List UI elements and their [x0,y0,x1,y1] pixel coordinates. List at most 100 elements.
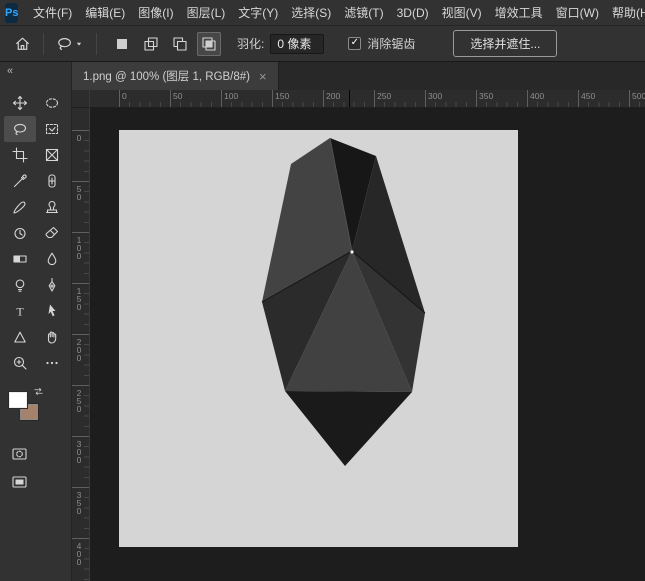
object-select-icon [44,121,60,137]
ruler-origin-corner[interactable] [72,90,90,108]
crop-tool[interactable] [4,142,36,168]
blur-icon [44,251,60,267]
new-selection-button[interactable] [110,32,134,56]
brush-tool[interactable] [4,194,36,220]
gradient-icon [12,251,28,267]
menu-3d[interactable]: 3D(D) [390,0,435,26]
menu-view[interactable]: 视图(V) [435,0,488,26]
hruler-label-350: 350 [479,91,493,101]
vruler-label-300: 300 [74,439,84,463]
zoom-tool[interactable] [4,350,36,376]
divider [96,33,97,55]
hruler-label-200: 200 [326,91,340,101]
tools-grid: T [0,90,71,376]
stamp-icon [44,199,60,215]
menu-layer[interactable]: 图层(L) [180,0,232,26]
feather-input[interactable] [270,34,324,54]
hruler-label-300: 300 [428,91,442,101]
collapse-tools-button[interactable]: « [0,62,71,79]
swap-colors-button[interactable] [33,386,45,398]
vertical-ruler[interactable]: 050100150200250300350400 [72,108,90,581]
foreground-color-swatch[interactable] [9,392,27,408]
ellipse-marquee-icon [44,95,60,111]
frame-tool[interactable] [36,142,68,168]
canvas-pasteboard[interactable] [90,108,645,581]
text-icon: T [12,303,28,319]
pen-tool[interactable] [36,272,68,298]
add-to-selection-button[interactable] [139,32,163,56]
intersect-selection-button[interactable] [197,32,221,56]
hruler-label-400: 400 [530,91,544,101]
vruler-label-200: 200 [74,337,84,361]
menu-bar: Ps 文件(F)编辑(E)图像(I)图层(L)文字(Y)选择(S)滤镜(T)3D… [0,0,645,26]
object-selection-tool[interactable] [36,116,68,142]
crystal-image [119,130,518,547]
ellipsis-icon [44,355,60,371]
hruler-label-250: 250 [377,91,391,101]
select-and-mask-button[interactable]: 选择并遮住... [453,30,557,57]
move-tool[interactable] [4,90,36,116]
caret-down-icon [74,39,84,49]
vruler-label-250: 250 [74,388,84,412]
options-bar: 羽化: ✓ 消除锯齿 选择并遮住... [0,26,645,62]
blur-tool[interactable] [36,246,68,272]
menu-select[interactable]: 选择(S) [285,0,338,26]
home-button[interactable] [10,32,34,56]
menu-filter[interactable]: 滤镜(T) [338,0,390,26]
type-tool[interactable]: T [4,298,36,324]
clone-stamp-tool[interactable] [36,194,68,220]
close-tab-button[interactable]: × [259,69,267,84]
menu-file[interactable]: 文件(F) [26,0,78,26]
vruler-label-400: 400 [74,541,84,565]
svg-text:T: T [16,305,24,319]
quick-mask-button[interactable] [10,446,71,462]
hand-icon [44,329,60,345]
swap-colors-icon [33,386,44,397]
shape-tool[interactable] [4,324,36,350]
menu-plugins[interactable]: 增效工具 [488,0,549,26]
hand-tool[interactable] [36,324,68,350]
lasso-tool[interactable] [4,116,36,142]
crop-icon [12,147,28,163]
antialias-checkbox[interactable]: ✓ [348,37,361,50]
home-icon [14,35,31,52]
document-tab[interactable]: 1.png @ 100% (图层 1, RGB/8#) × [72,62,279,90]
vruler-label-150: 150 [74,286,84,310]
new-selection-icon [114,36,130,52]
menu-items: 文件(F)编辑(E)图像(I)图层(L)文字(Y)选择(S)滤镜(T)3D(D)… [26,0,645,26]
ellipse-marquee-tool[interactable] [36,90,68,116]
eraser-tool[interactable] [36,220,68,246]
document-canvas[interactable] [119,130,518,547]
color-swatches [9,392,45,426]
zoom-icon [12,355,28,371]
photoshop-logo[interactable]: Ps [5,3,18,23]
menu-type[interactable]: 文字(Y) [232,0,285,26]
dodge-tool[interactable] [4,272,36,298]
menu-window[interactable]: 窗口(W) [549,0,605,26]
antialias-label: 消除锯齿 [367,35,415,52]
photoshop-window: Ps 文件(F)编辑(E)图像(I)图层(L)文字(Y)选择(S)滤镜(T)3D… [0,0,645,581]
menu-help[interactable]: 帮助(H) [605,0,645,26]
brush-icon [12,199,28,215]
selection-mode-buttons [110,32,221,56]
hruler-label-50: 50 [173,91,182,101]
history-brush-tool[interactable] [4,220,36,246]
eyedropper-icon [12,173,28,189]
menu-edit[interactable]: 编辑(E) [79,0,132,26]
healing-brush-tool[interactable] [36,168,68,194]
path-selection-tool[interactable] [36,298,68,324]
screen-mode-button[interactable] [10,474,71,490]
screenmode-icon [10,474,29,490]
feather-label: 羽化: [237,35,264,52]
edit-toolbar-button[interactable] [36,350,68,376]
subtract-from-selection-button[interactable] [168,32,192,56]
gradient-tool[interactable] [4,246,36,272]
horizontal-ruler[interactable]: 050100150200250300350400450500 [90,90,645,108]
hruler-label-150: 150 [275,91,289,101]
current-tool-preset[interactable] [53,33,87,54]
menu-image[interactable]: 图像(I) [132,0,180,26]
eyedropper-tool[interactable] [4,168,36,194]
hruler-label-0: 0 [122,91,127,101]
vruler-label-350: 350 [74,490,84,514]
history-brush-icon [12,225,28,241]
